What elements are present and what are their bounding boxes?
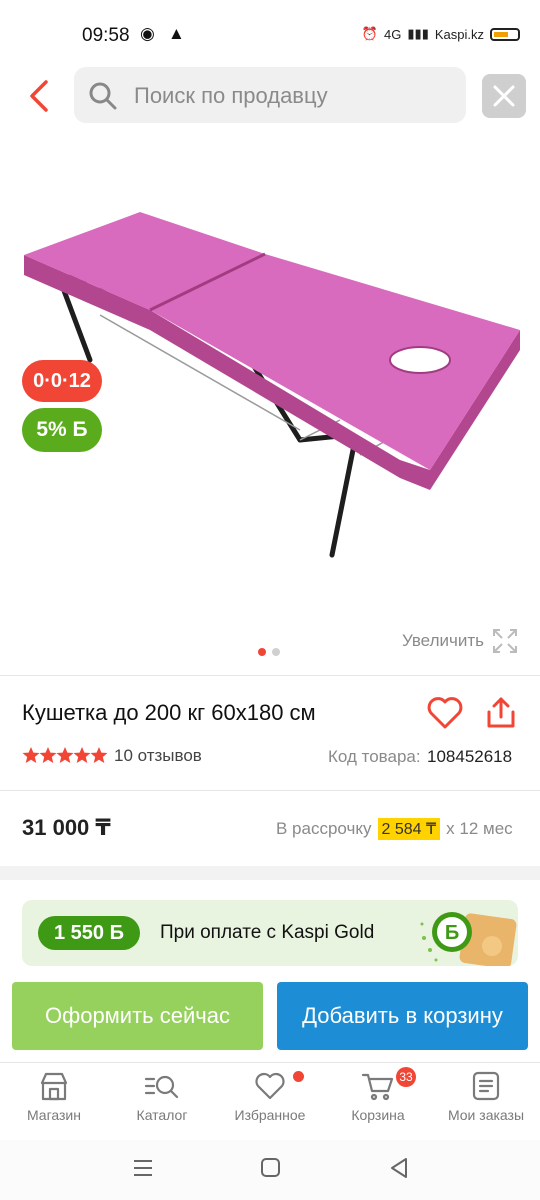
heart-icon [255, 1072, 285, 1100]
product-code-label: Код товара: [328, 747, 421, 766]
chevron-left-icon [30, 80, 48, 112]
network-label: 4G [384, 26, 402, 42]
carrier-label: Kaspi.kz [434, 26, 484, 42]
bottom-nav: Магазин Каталог Избранное Корзина 33 Мои… [0, 1062, 540, 1139]
heart-icon [427, 697, 463, 729]
zoom-label: Увеличить [402, 631, 484, 650]
installment-label: В рассрочку [276, 819, 372, 838]
reviews-link[interactable]: 10 отзывов [114, 746, 202, 766]
close-icon [493, 85, 515, 107]
catalog-icon [144, 1075, 179, 1099]
divider [0, 790, 540, 791]
battery-icon [490, 27, 520, 41]
home-icon [261, 1158, 280, 1177]
installment-term: x 12 мес [446, 819, 513, 838]
gallery-dot-active[interactable] [258, 648, 266, 656]
expand-icon [493, 629, 517, 653]
kaspi-gold-banner[interactable]: 1 550 Б При оплате с Kaspi Gold Б [22, 900, 518, 966]
favorite-button[interactable] [426, 696, 464, 735]
kaspi-gold-card-icon: Б [420, 912, 517, 966]
signal-icon: ▮▮▮ [407, 26, 429, 41]
nav-label: Корзина [351, 1107, 405, 1123]
system-nav-bar [0, 1140, 540, 1200]
nav-item-catalog[interactable]: Каталог [112, 1071, 212, 1123]
gallery-indicator [258, 648, 280, 656]
product-price: 31 000 ₸ [22, 815, 111, 840]
nav-label: Каталог [136, 1107, 188, 1123]
recents-icon [134, 1160, 152, 1176]
back-nav-icon [391, 1158, 407, 1178]
installment-amount: 2 584 ₸ [377, 818, 441, 840]
cart-count-badge: 33 [396, 1067, 416, 1087]
zoom-button[interactable]: Увеличить [402, 628, 518, 654]
nav-label: Мои заказы [447, 1107, 525, 1123]
nav-item-favorites[interactable]: Избранное [220, 1071, 320, 1123]
status-bar: 09:58 ◉ ▲ ⏰ 4G ▮▮▮ Kaspi.kz [0, 0, 540, 64]
nav-item-store[interactable]: Магазин [4, 1071, 104, 1123]
search-input[interactable]: Поиск по продавцу [74, 67, 466, 123]
bonus-pill: 1 550 Б [38, 916, 140, 950]
search-placeholder: Поиск по продавцу [134, 83, 328, 108]
product-title: Кушетка до 200 кг 60x180 см [22, 700, 316, 725]
alarm-icon: ⏰ [361, 26, 379, 41]
gallery-dot[interactable] [272, 648, 280, 656]
status-time: 09:58 [82, 25, 130, 46]
svg-text:Б: Б [445, 922, 459, 944]
nav-label: Магазин [26, 1107, 81, 1123]
nav-item-orders[interactable]: Мои заказы [436, 1071, 536, 1123]
product-code-value: 108452618 [427, 747, 513, 766]
rating-stars [22, 746, 108, 764]
installment-info[interactable]: В рассрочку 2 584 ₸ x 12 мес [276, 818, 513, 840]
status-right: ⏰ 4G ▮▮▮ Kaspi.kz [362, 26, 520, 42]
star-icon [22, 747, 108, 763]
cart-icon [361, 1073, 394, 1101]
nav-label: Избранное [234, 1107, 306, 1123]
bonus-badge: 5% Б [22, 408, 102, 452]
share-button[interactable] [484, 696, 518, 735]
installment-badge: 0·0·12 [22, 360, 102, 402]
warning-icon: ▲ [168, 24, 185, 43]
back-button[interactable] [26, 78, 56, 114]
close-button[interactable] [482, 74, 526, 118]
buy-now-button[interactable]: Оформить сейчас [12, 982, 263, 1050]
search-icon [89, 82, 117, 110]
share-icon [487, 697, 515, 728]
section-divider [0, 866, 540, 880]
store-icon [40, 1072, 68, 1101]
favorites-dot [293, 1071, 304, 1082]
add-to-cart-button[interactable]: Добавить в корзину [277, 982, 528, 1050]
divider [0, 675, 540, 676]
orders-icon [472, 1071, 500, 1101]
gold-banner-text: При оплате с Kaspi Gold [160, 922, 375, 943]
whatsapp-icon: ◉ [140, 24, 155, 43]
